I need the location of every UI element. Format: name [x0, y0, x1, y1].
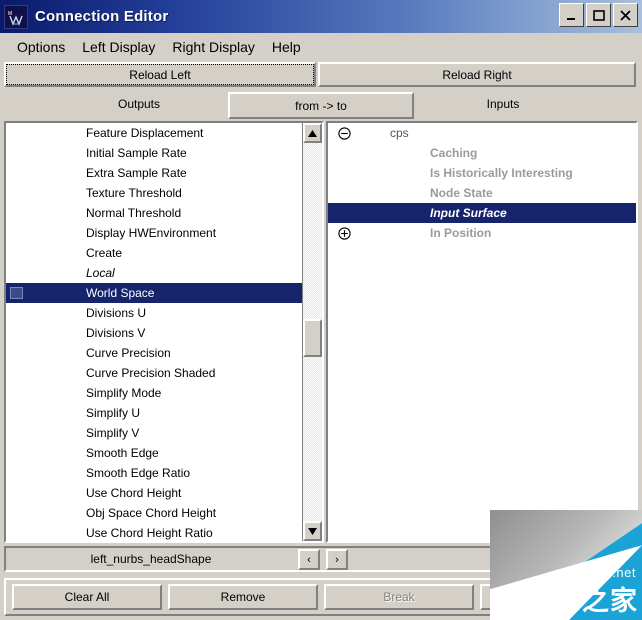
tree-item[interactable]: In Position	[328, 223, 636, 243]
list-item-label: Smooth Edge Ratio	[86, 466, 191, 480]
action-button-row: Clear All Remove Break Make	[4, 578, 638, 616]
list-item[interactable]: Texture Threshold	[6, 183, 322, 203]
list-item-label: Obj Space Chord Height	[86, 506, 217, 520]
list-item[interactable]: Divisions V	[6, 323, 322, 343]
list-item[interactable]: Local	[6, 263, 322, 283]
list-item[interactable]: Feature Displacement	[6, 123, 322, 143]
list-item-label: Create	[86, 246, 123, 260]
list-item-label: Smooth Edge	[86, 446, 159, 460]
menu-item-left-display[interactable]: Left Display	[74, 37, 164, 57]
node-name-bar: left_nurbs_headShape ‹ ›	[4, 546, 638, 572]
list-item[interactable]: Simplify U	[6, 403, 322, 423]
tree-item-label: In Position	[430, 226, 492, 240]
list-item[interactable]: Smooth Edge Ratio	[6, 463, 322, 483]
list-item[interactable]: Use Chord Height	[6, 483, 322, 503]
list-item-label: Texture Threshold	[86, 186, 182, 200]
menu-item-right-display[interactable]: Right Display	[164, 37, 263, 57]
selection-marker-icon	[10, 287, 23, 299]
window-controls	[559, 3, 638, 27]
list-item[interactable]: Extra Sample Rate	[6, 163, 322, 183]
list-item-label: Display HWEnvironment	[86, 226, 217, 240]
reload-left-label: Reload Left	[6, 64, 314, 85]
title-bar: M Connection Editor	[0, 0, 642, 33]
direction-row: Outputs from -> to Inputs	[4, 92, 638, 120]
reload-right-button[interactable]: Reload Right	[318, 62, 636, 87]
menu-item-help[interactable]: Help	[264, 37, 310, 57]
left-attribute-list[interactable]: Feature Displacement Initial Sample Rate E…	[6, 123, 322, 541]
list-item[interactable]: Create	[6, 243, 322, 263]
list-item[interactable]: World Space	[6, 283, 322, 303]
list-item-label: Local	[86, 266, 115, 280]
list-item[interactable]: Simplify Mode	[6, 383, 322, 403]
window-title: Connection Editor	[35, 8, 169, 25]
left-list-scrollbar[interactable]	[302, 123, 322, 541]
outputs-label: Outputs	[117, 97, 161, 111]
prev-node-button[interactable]: ‹	[298, 549, 320, 570]
expand-icon[interactable]	[338, 227, 351, 240]
reload-left-button[interactable]: Reload Left	[4, 62, 316, 87]
list-item-label: Feature Displacement	[86, 126, 204, 140]
list-item[interactable]: Display HWEnvironment	[6, 223, 322, 243]
inputs-label: Inputs	[486, 97, 520, 111]
left-attribute-panel: Feature Displacement Initial Sample Rate E…	[4, 121, 324, 543]
tree-item[interactable]: Node State	[328, 183, 636, 203]
panels-container: Feature Displacement Initial Sample Rate E…	[4, 121, 638, 543]
list-item-label: Simplify U	[86, 406, 141, 420]
right-attribute-panel: cps Caching Is Historically Interesting Nod…	[326, 121, 638, 543]
close-icon[interactable]	[613, 3, 638, 27]
tree-item-label: Caching	[430, 146, 478, 160]
list-item-label: Simplify Mode	[86, 386, 162, 400]
minimize-icon[interactable]	[559, 3, 584, 27]
list-item[interactable]: Simplify V	[6, 423, 322, 443]
collapse-icon[interactable]	[338, 127, 351, 140]
from-to-button[interactable]: from -> to	[228, 92, 414, 119]
tree-item[interactable]: Is Historically Interesting	[328, 163, 636, 183]
list-item-label: Extra Sample Rate	[86, 166, 187, 180]
reload-button-row: Reload Left Reload Right	[4, 62, 638, 87]
list-item[interactable]: Curve Precision	[6, 343, 322, 363]
maximize-icon[interactable]	[586, 3, 611, 27]
list-item[interactable]: Curve Precision Shaded	[6, 363, 322, 383]
menu-item-options[interactable]: Options	[9, 37, 74, 57]
node-name-label: left_nurbs_headShape	[90, 552, 212, 566]
menu-bar: Options Left Display Right Display Help	[0, 33, 642, 60]
tree-item-label: cps	[390, 126, 409, 140]
tree-item-label: Node State	[430, 186, 493, 200]
maya-logo-icon: M	[4, 4, 28, 29]
list-item-label: Initial Sample Rate	[86, 146, 187, 160]
list-item-label: Divisions U	[86, 306, 147, 320]
list-item[interactable]: Use Chord Height Ratio	[6, 523, 322, 541]
tree-item[interactable]: Caching	[328, 143, 636, 163]
tree-item[interactable]: Input Surface	[328, 203, 636, 223]
list-item-label: Divisions V	[86, 326, 146, 340]
list-item[interactable]: Smooth Edge	[6, 443, 322, 463]
list-item-label: Use Chord Height	[86, 486, 182, 500]
scroll-up-icon[interactable]	[303, 123, 322, 143]
break-button: Break	[324, 584, 474, 610]
tree-item-label: Is Historically Interesting	[430, 166, 573, 180]
list-item-label: Use Chord Height Ratio	[86, 526, 213, 540]
next-node-button[interactable]: ›	[326, 549, 348, 570]
list-item-label: Curve Precision	[86, 346, 171, 360]
list-item-label: Simplify V	[86, 426, 140, 440]
remove-button[interactable]: Remove	[168, 584, 318, 610]
make-button: Make	[480, 584, 630, 610]
list-item[interactable]: Normal Threshold	[6, 203, 322, 223]
list-item-label: World Space	[86, 286, 155, 300]
list-item[interactable]: Obj Space Chord Height	[6, 503, 322, 523]
list-item[interactable]: Divisions U	[6, 303, 322, 323]
list-item[interactable]: Initial Sample Rate	[6, 143, 322, 163]
scroll-down-icon[interactable]	[303, 521, 322, 541]
tree-item[interactable]: cps	[328, 123, 636, 143]
scrollbar-thumb[interactable]	[303, 319, 322, 357]
connection-editor-window: M Connection Editor Options Left Display…	[0, 0, 642, 620]
list-item-label: Normal Threshold	[86, 206, 182, 220]
tree-item-label: Input Surface	[430, 206, 507, 220]
list-item-label: Curve Precision Shaded	[86, 366, 216, 380]
right-attribute-tree[interactable]: cps Caching Is Historically Interesting Nod…	[328, 123, 636, 541]
clear-all-button[interactable]: Clear All	[12, 584, 162, 610]
